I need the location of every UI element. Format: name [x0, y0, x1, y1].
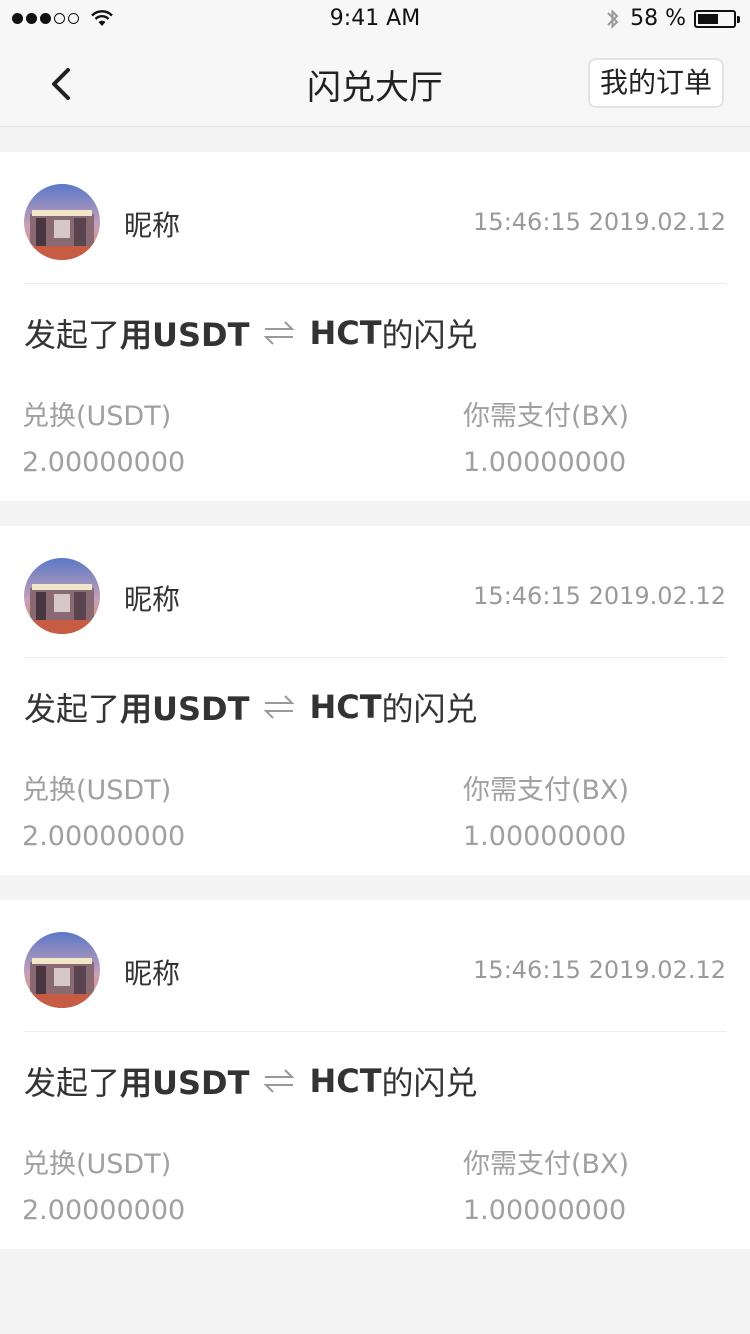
exchange-value: 2.00000000	[22, 447, 186, 478]
status-bar: 9:41 AM 58 %	[0, 0, 750, 40]
battery-icon	[694, 9, 740, 28]
avatar	[24, 558, 100, 634]
exchange-value: 2.00000000	[22, 821, 186, 852]
order-time: 15:46:15 2019.02.12	[473, 208, 726, 236]
navigation-bar: 闪兑大厅 我的订单	[0, 40, 750, 127]
card-header: 昵称 15:46:15 2019.02.12	[0, 900, 750, 1032]
target-currency: HCT	[309, 1062, 382, 1100]
nickname: 昵称	[124, 209, 181, 242]
swap-arrows-icon	[264, 321, 295, 345]
payment-amount: 你需支付(BX) 1.00000000	[463, 1142, 629, 1226]
exchange-order-list: 昵称 15:46:15 2019.02.12 发起了 用USDT HCT 的闪兑…	[0, 152, 750, 1274]
source-currency: 用USDT	[120, 316, 250, 354]
avatar	[24, 184, 100, 260]
battery-percent: 58 %	[630, 6, 686, 31]
description-suffix: 的闪兑	[381, 316, 478, 354]
payment-label: 你需支付(BX)	[463, 775, 630, 806]
exchange-label: 兑换(USDT)	[22, 1149, 172, 1180]
exchange-label: 兑换(USDT)	[22, 401, 172, 432]
divider	[24, 1031, 726, 1032]
order-description: 发起了 用USDT HCT 的闪兑	[24, 310, 478, 356]
avatar-image	[24, 932, 100, 1008]
exchange-label: 兑换(USDT)	[22, 775, 172, 806]
description-prefix: 发起了	[24, 1064, 121, 1102]
exchange-amount: 兑换(USDT) 2.00000000	[22, 768, 185, 852]
divider	[24, 283, 726, 284]
payment-amount: 你需支付(BX) 1.00000000	[463, 768, 629, 852]
target-currency: HCT	[309, 314, 382, 352]
divider	[24, 657, 726, 658]
bluetooth-icon	[607, 8, 619, 29]
back-button[interactable]	[40, 62, 84, 106]
avatar-image	[24, 558, 100, 634]
chevron-left-icon	[52, 68, 70, 100]
exchange-amount: 兑换(USDT) 2.00000000	[22, 394, 185, 478]
avatar-image	[24, 184, 100, 260]
card-header: 昵称 15:46:15 2019.02.12	[0, 152, 750, 284]
nickname: 昵称	[124, 957, 181, 990]
exchange-order-card[interactable]: 昵称 15:46:15 2019.02.12 发起了 用USDT HCT 的闪兑…	[0, 900, 750, 1249]
payment-value: 1.00000000	[463, 1195, 627, 1226]
order-time: 15:46:15 2019.02.12	[473, 956, 726, 984]
exchange-value: 2.00000000	[22, 1195, 186, 1226]
payment-amount: 你需支付(BX) 1.00000000	[463, 394, 629, 478]
description-suffix: 的闪兑	[381, 1064, 478, 1102]
order-description: 发起了 用USDT HCT 的闪兑	[24, 1058, 478, 1104]
description-prefix: 发起了	[24, 316, 121, 354]
source-currency: 用USDT	[120, 690, 250, 728]
description-suffix: 的闪兑	[381, 690, 478, 728]
card-header: 昵称 15:46:15 2019.02.12	[0, 526, 750, 658]
swap-arrows-icon	[264, 695, 295, 719]
avatar	[24, 932, 100, 1008]
exchange-order-card[interactable]: 昵称 15:46:15 2019.02.12 发起了 用USDT HCT 的闪兑…	[0, 526, 750, 875]
payment-label: 你需支付(BX)	[463, 401, 630, 432]
exchange-amount: 兑换(USDT) 2.00000000	[22, 1142, 185, 1226]
source-currency: 用USDT	[120, 1064, 250, 1102]
swap-arrows-icon	[264, 1069, 295, 1093]
target-currency: HCT	[309, 688, 382, 726]
payment-value: 1.00000000	[463, 447, 627, 478]
my-orders-button[interactable]: 我的订单	[587, 58, 724, 108]
description-prefix: 发起了	[24, 690, 121, 728]
exchange-order-card[interactable]: 昵称 15:46:15 2019.02.12 发起了 用USDT HCT 的闪兑…	[0, 152, 750, 501]
payment-value: 1.00000000	[463, 821, 627, 852]
payment-label: 你需支付(BX)	[463, 1149, 630, 1180]
order-time: 15:46:15 2019.02.12	[473, 582, 726, 610]
nickname: 昵称	[124, 583, 181, 616]
battery-fill	[698, 13, 718, 24]
order-description: 发起了 用USDT HCT 的闪兑	[24, 684, 478, 730]
